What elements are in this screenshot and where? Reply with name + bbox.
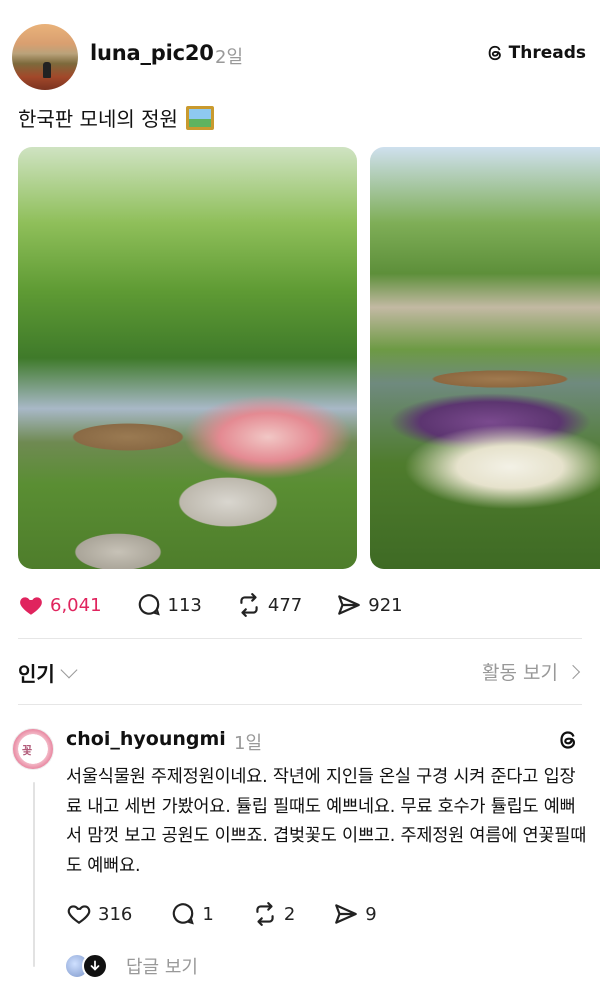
repost-icon xyxy=(240,593,258,617)
divider xyxy=(18,638,582,639)
reply-text: 서울식물원 주제정원이네요. 작년에 지인들 온실 구경 시켜 준다고 입장료 … xyxy=(66,767,587,876)
threads-open-link[interactable]: Threads xyxy=(485,43,586,63)
like-count: 6,041 xyxy=(50,594,102,616)
reply-avatars xyxy=(64,953,112,979)
comment-icon xyxy=(173,903,195,925)
post-author-username[interactable]: luna_pic20 xyxy=(90,41,214,65)
post-header: luna_pic20 2일 Threads xyxy=(0,0,600,95)
heart-icon xyxy=(67,905,91,924)
arrow-down-icon xyxy=(90,960,100,971)
reply-share-count: 9 xyxy=(365,903,377,925)
comment-icon xyxy=(138,594,160,616)
repost-count: 477 xyxy=(267,594,303,616)
view-activity-link[interactable]: 활동 보기 xyxy=(482,658,581,685)
post-image-1[interactable] xyxy=(18,147,357,569)
reply-item: 꽃 choi_hyoungmi 1일 서울식물원 주제정원이네요. 작년에 지인… xyxy=(0,706,600,995)
share-count: 921 xyxy=(368,594,403,616)
chevron-right-icon xyxy=(565,664,581,679)
reply-like-count: 316 xyxy=(98,903,133,925)
share-button[interactable]: 921 xyxy=(336,592,403,618)
replier-avatar xyxy=(82,953,108,979)
repost-button[interactable]: 477 xyxy=(236,592,302,618)
framed-picture-icon xyxy=(185,105,214,130)
reply-comment-count: 1 xyxy=(202,903,214,925)
comment-count: 113 xyxy=(167,594,202,616)
threads-icon[interactable] xyxy=(556,728,580,752)
post-caption: 한국판 모네의 정원 xyxy=(18,103,214,132)
share-icon xyxy=(338,595,361,615)
post-caption-text: 한국판 모네의 정원 xyxy=(18,107,178,131)
post-timestamp: 2일 xyxy=(215,47,244,68)
heart-icon xyxy=(20,597,42,615)
post-actions: 6,041 113 477 921 xyxy=(18,588,578,622)
view-replies-button[interactable]: 답글 보기 xyxy=(64,953,198,979)
reply-author-username[interactable]: choi_hyoungmi xyxy=(66,728,226,750)
sort-label: 인기 xyxy=(18,662,55,686)
image-carousel[interactable] xyxy=(18,147,600,569)
reply-actions: 316 1 2 9 xyxy=(66,899,486,929)
comment-button[interactable]: 113 xyxy=(136,592,202,618)
sort-dropdown[interactable]: 인기 xyxy=(18,658,78,687)
share-icon xyxy=(335,904,358,924)
divider xyxy=(18,704,582,705)
chevron-down-icon xyxy=(60,661,78,678)
repost-icon xyxy=(256,902,274,926)
like-button[interactable]: 6,041 xyxy=(18,592,102,618)
reply-timestamp: 1일 xyxy=(234,733,263,754)
reply-comment-button[interactable]: 1 xyxy=(170,901,214,927)
view-replies-label: 답글 보기 xyxy=(126,957,198,978)
reply-author-avatar[interactable]: 꽃 xyxy=(12,728,54,770)
reply-share-button[interactable]: 9 xyxy=(333,901,377,927)
thread-line xyxy=(33,782,35,967)
threads-icon xyxy=(488,45,501,61)
replies-sort-row: 인기 활동 보기 xyxy=(0,654,600,688)
post-author-avatar[interactable] xyxy=(12,24,78,90)
reply-repost-count: 2 xyxy=(283,903,296,925)
reply-like-button[interactable]: 316 xyxy=(66,901,132,927)
threads-label: Threads xyxy=(508,43,586,63)
post-image-2[interactable] xyxy=(370,147,600,569)
reply-repost-button[interactable]: 2 xyxy=(252,901,295,927)
view-activity-label: 활동 보기 xyxy=(482,662,558,684)
